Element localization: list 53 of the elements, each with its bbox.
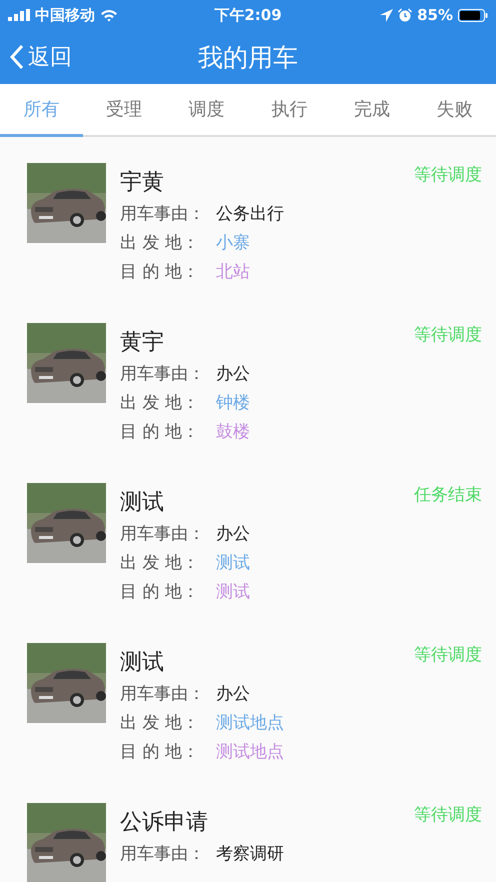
request-status: 等待调度 [414,804,482,826]
field-label: 出 发 地： [120,712,200,734]
carrier-name: 中国移动 [35,6,95,24]
request-title: 测试 [120,649,164,677]
field-value: 小寨 [216,232,250,254]
filter-tab[interactable]: 完成 [330,84,414,137]
location-arrow-icon [380,8,394,22]
request-title: 公诉申请 [120,809,208,837]
wifi-icon [100,8,118,22]
request-status: 等待调度 [414,644,482,666]
field-value: 办公 [216,683,250,705]
field-value: 办公 [216,523,250,545]
field-label: 出 发 地： [120,392,200,414]
field-label: 目 的 地： [120,421,200,443]
battery-icon [458,8,488,22]
field-label: 用车事由： [120,363,206,385]
request-title: 黄宇 [120,329,164,357]
field-value: 北站 [216,261,250,283]
field-label: 用车事由： [120,843,206,865]
field-label: 出 发 地： [120,232,200,254]
signal-icon [8,9,30,21]
field-value: 测试地点 [216,712,284,734]
field-value: 考察调研 [216,843,284,865]
field-label: 用车事由： [120,203,206,225]
field-label: 出 发 地： [120,552,200,574]
field-value: 办公 [216,363,250,385]
field-value: 钟楼 [216,392,250,414]
field-label: 目 的 地： [120,581,200,603]
filter-tab[interactable]: 失败 [413,84,496,137]
field-value: 测试 [216,552,250,574]
field-label: 用车事由： [120,523,206,545]
page-title: 我的用车 [198,42,298,72]
alarm-clock-icon [398,8,412,22]
back-button[interactable]: 返回 [0,30,82,84]
field-label: 目 的 地： [120,741,200,763]
field-value: 测试 [216,581,250,603]
field-value: 测试地点 [216,741,284,763]
filter-tab[interactable]: 受理 [82,84,166,137]
status-time: 下午2:09 [214,6,282,24]
field-label: 用车事由： [120,683,206,705]
request-title: 测试 [120,489,164,517]
request-status: 等待调度 [414,164,482,186]
field-label: 目 的 地： [120,261,200,283]
filter-tab[interactable]: 调度 [165,84,248,137]
field-value: 公务出行 [216,203,284,225]
request-status: 任务结束 [414,484,482,506]
filter-tab[interactable]: 执行 [248,84,331,137]
battery-percent: 85% [417,6,453,24]
field-value: 鼓楼 [216,421,250,443]
chevron-left-icon [10,44,24,70]
filter-tab[interactable]: 所有 [0,84,83,137]
request-status: 等待调度 [414,324,482,346]
request-title: 宇黄 [120,169,164,197]
